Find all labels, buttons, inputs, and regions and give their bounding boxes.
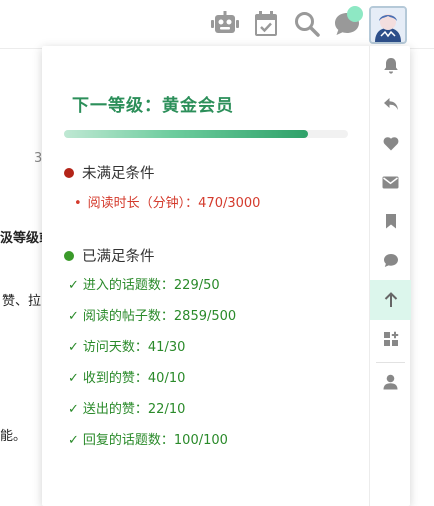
site-header xyxy=(0,0,434,49)
chat-bubble-icon[interactable] xyxy=(370,241,411,279)
user-menu-rail xyxy=(369,46,411,506)
envelope-icon[interactable] xyxy=(370,163,411,201)
met-requirement: ✓ 回复的话题数：100/100 xyxy=(68,429,228,448)
requirement-text: 回复的话题数：100/100 xyxy=(82,433,228,448)
unmet-requirement: • 阅读时长（分钟）：470/3000 xyxy=(74,192,260,211)
met-requirement: ✓ 进入的话题数：229/50 xyxy=(68,274,220,293)
bell-icon[interactable] xyxy=(370,46,411,84)
reply-icon[interactable] xyxy=(370,85,411,123)
met-heading-label: 已满足条件 xyxy=(82,249,155,265)
met-requirement: ✓ 阅读的帖子数：2859/500 xyxy=(68,305,236,324)
arrow-up-icon[interactable] xyxy=(370,280,411,320)
user-icon[interactable] xyxy=(370,363,411,401)
met-requirement: ✓ 收到的赞：40/10 xyxy=(68,367,185,386)
progress-bar-fill xyxy=(64,130,309,138)
bookmark-icon[interactable] xyxy=(370,202,411,240)
check-icon: ✓ xyxy=(68,402,79,417)
heart-icon[interactable] xyxy=(370,124,411,162)
check-icon: ✓ xyxy=(68,309,79,324)
search-icon[interactable] xyxy=(291,9,323,39)
unmet-heading: 未满足条件 xyxy=(64,162,155,183)
avatar[interactable] xyxy=(369,6,407,44)
met-requirement: ✓ 送出的赞：22/10 xyxy=(68,398,185,417)
next-level-title: 下一等级：黄金会员 xyxy=(72,96,234,116)
requirement-text: 送出的赞：22/10 xyxy=(82,402,186,417)
unmet-heading-label: 未满足条件 xyxy=(82,166,155,182)
requirement-text: 访问天数：41/30 xyxy=(82,340,186,355)
unmet-status-dot xyxy=(64,167,74,178)
calendar-check-icon[interactable] xyxy=(250,9,282,39)
robot-icon[interactable] xyxy=(209,9,241,39)
notification-dot xyxy=(347,6,363,22)
trust-level-progress: 下一等级：黄金会员 未满足条件 • 阅读时长（分钟）：470/3000 已满足条件… xyxy=(42,46,369,506)
requirement-text: 进入的话题数：229/50 xyxy=(82,278,220,293)
check-icon: ✓ xyxy=(68,278,79,293)
progress-bar xyxy=(64,130,348,138)
user-menu-panel: 下一等级：黄金会员 未满足条件 • 阅读时长（分钟）：470/3000 已满足条件… xyxy=(42,46,411,506)
met-status-dot xyxy=(64,250,74,261)
met-heading: 已满足条件 xyxy=(64,245,155,266)
met-requirement: ✓ 访问天数：41/30 xyxy=(68,336,185,355)
requirement-text: 阅读时长（分钟）：470/3000 xyxy=(87,196,261,211)
check-icon: ✓ xyxy=(68,433,79,448)
bullet: • xyxy=(74,196,82,211)
requirement-text: 阅读的帖子数：2859/500 xyxy=(82,309,237,324)
requirement-text: 收到的赞：40/10 xyxy=(82,371,186,386)
check-icon: ✓ xyxy=(68,371,79,386)
background-text: 赞、拉 xyxy=(2,294,42,309)
grid-add-icon[interactable] xyxy=(370,320,411,358)
background-text: 能。 xyxy=(0,429,27,444)
check-icon: ✓ xyxy=(68,340,79,355)
